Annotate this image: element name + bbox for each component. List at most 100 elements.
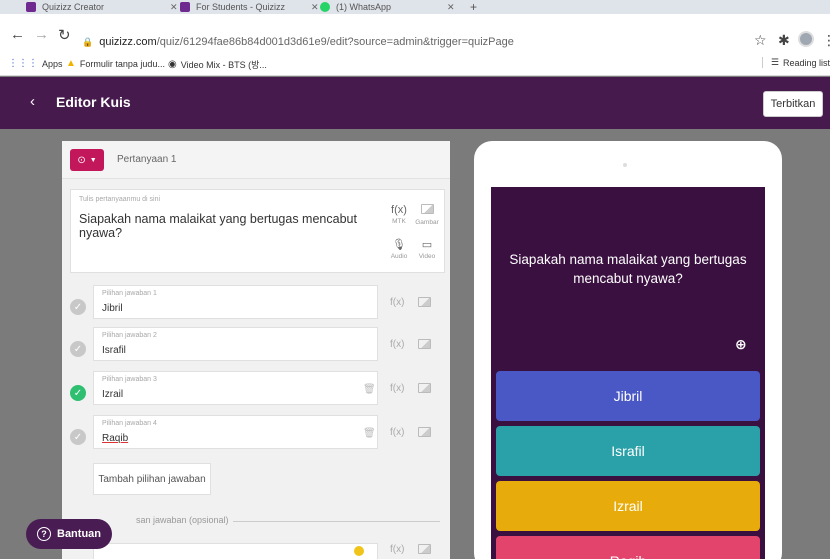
math-icon[interactable]: f(x) (390, 544, 404, 555)
answer-value: Raqib (102, 433, 129, 444)
answer-input[interactable]: Pilihan jawaban 4 Raqib 🗑︎ (93, 415, 378, 449)
back-arrow-icon[interactable]: ← (10, 26, 25, 43)
browser-tab-quizizz-creator[interactable]: Quizizz Creator ✕ (26, 0, 178, 14)
close-tab-icon[interactable]: ✕ (170, 2, 178, 13)
lightbulb-icon (354, 546, 364, 556)
preview-screen: Siapakah nama malaikat yang bertugas men… (491, 187, 765, 559)
answer-label: Pilihan jawaban 3 (102, 376, 157, 383)
image-icon[interactable] (418, 297, 431, 310)
whatsapp-favicon-icon (320, 2, 330, 12)
question-input[interactable]: Tulis pertanyaanmu di sini Siapakah nama… (70, 189, 445, 273)
bookmarks-bar: ⋮⋮⋮ Apps ▲ Formulir tanpa judu... ◉ Vide… (0, 54, 830, 76)
address-bar[interactable]: 🔒 quizizz.com/quiz/61294fae86b84d001d3d6… (82, 32, 762, 52)
help-label: Bantuan (57, 528, 101, 540)
zoom-in-icon[interactable]: ⊕ (735, 336, 753, 354)
new-tab-icon[interactable]: + (470, 0, 477, 14)
answer-input[interactable]: Pilihan jawaban 3 Izrail 🗑︎ (93, 371, 378, 405)
answer-value: Jibril (102, 303, 123, 314)
image-icon[interactable] (418, 383, 431, 396)
quizizz-favicon-icon (180, 2, 190, 12)
answer-label: Pilihan jawaban 1 (102, 290, 157, 297)
publish-button[interactable]: Terbitkan (763, 91, 823, 117)
camera-dot (623, 163, 627, 167)
answer-input[interactable]: Pilihan jawaban 1 Jibril (93, 285, 378, 319)
mark-correct-check-icon[interactable]: ✓ (70, 341, 86, 357)
correct-check-icon[interactable]: ✓ (70, 385, 86, 401)
video-camera-icon: ▭ (421, 239, 433, 251)
audio-tool-button[interactable]: 🎙︎ Audio (385, 238, 413, 260)
bookmark-label: Formulir tanpa judu... (79, 58, 165, 69)
image-icon[interactable] (418, 339, 431, 352)
math-tool-button[interactable]: f(x) MTK (385, 204, 413, 225)
bookmark-video-mix[interactable]: ◉ Video Mix - BTS (방... (168, 58, 267, 71)
math-icon[interactable]: f(x) (390, 427, 404, 438)
preview-option-2: Israfil (496, 426, 760, 476)
chevron-down-icon: ▼ (89, 156, 97, 164)
tab-label: Quizizz Creator (42, 2, 105, 12)
forward-arrow-icon[interactable]: → (34, 26, 49, 43)
profile-avatar[interactable] (798, 31, 814, 47)
image-tool-button[interactable]: Gambar (413, 204, 441, 226)
lock-icon: 🔒 (82, 36, 94, 47)
tab-label: For Students - Quizizz (196, 2, 286, 12)
trash-icon[interactable]: 🗑︎ (363, 384, 376, 395)
answer-option-1: ✓ Pilihan jawaban 1 Jibril f(x) (70, 285, 445, 325)
math-icon[interactable]: f(x) (390, 383, 404, 394)
editor-header: ‹ Editor Kuis Terbitkan (0, 77, 830, 129)
preview-option-1: Jibril (496, 371, 760, 421)
browser-tab-strip: Quizizz Creator ✕ For Students - Quizizz… (0, 0, 830, 14)
help-button[interactable]: ? Bantuan (26, 519, 112, 549)
page-title: Editor Kuis (56, 94, 131, 110)
reading-list-label: Reading list (782, 57, 830, 68)
image-icon[interactable] (418, 427, 431, 440)
answer-option-2: ✓ Pilihan jawaban 2 Israfil f(x) (70, 327, 445, 367)
close-tab-icon[interactable]: ✕ (447, 2, 455, 13)
extensions-icon[interactable]: ✱ (778, 32, 790, 49)
quizizz-favicon-icon (26, 2, 36, 12)
explanation-input[interactable] (93, 543, 378, 559)
question-mark-icon: ? (37, 527, 51, 541)
image-icon[interactable] (418, 544, 431, 557)
star-icon[interactable]: ☆ (754, 32, 767, 49)
menu-dots-icon[interactable]: ⋮ (822, 32, 830, 49)
close-tab-icon[interactable]: ✕ (311, 2, 319, 13)
math-tool-label: MTK (392, 218, 406, 225)
browser-tab-whatsapp[interactable]: (1) WhatsApp ✕ (320, 0, 455, 14)
url-path: /quiz/61294fae86b84d001d3d61e9/edit?sour… (156, 36, 514, 48)
video-tool-label: Video (418, 253, 436, 260)
chevron-left-icon[interactable]: ‹ (30, 93, 35, 110)
browser-tab-for-students[interactable]: For Students - Quizizz ✕ (180, 0, 319, 14)
question-editor-panel: ⊙ ▼ Pertanyaan 1 Tulis pertanyaanmu di s… (62, 141, 450, 559)
math-icon[interactable]: f(x) (390, 297, 404, 308)
answer-value: Israfil (102, 345, 126, 356)
video-tool-button[interactable]: ▭ Video (413, 238, 441, 260)
bookmark-apps[interactable]: ⋮⋮⋮ Apps (8, 58, 63, 69)
math-icon: f(x) (391, 204, 407, 216)
microphone-icon: 🎙︎ (392, 239, 406, 251)
bookmark-formulir[interactable]: ▲ Formulir tanpa judu... (66, 58, 165, 69)
image-icon (420, 204, 434, 214)
answer-label: Pilihan jawaban 4 (102, 420, 157, 427)
trash-icon[interactable]: 🗑︎ (363, 428, 376, 439)
google-drive-icon: ▲ (66, 58, 76, 69)
bookmark-label: Video Mix - BTS (방... (180, 60, 267, 70)
add-answer-button[interactable]: Tambah pilihan jawaban (93, 463, 211, 495)
preview-option-3: Izrail (496, 481, 760, 531)
answer-option-3: ✓ Pilihan jawaban 3 Izrail 🗑︎ f(x) (70, 371, 445, 411)
globe-icon: ◉ (168, 59, 177, 70)
math-icon[interactable]: f(x) (390, 339, 404, 350)
question-placeholder: Tulis pertanyaanmu di sini (79, 196, 161, 203)
mark-correct-check-icon[interactable]: ✓ (70, 299, 86, 315)
mark-correct-check-icon[interactable]: ✓ (70, 429, 86, 445)
browser-toolbar: ← → ↻ 🔒 quizizz.com/quiz/61294fae86b84d0… (0, 14, 830, 54)
audio-tool-label: Audio (390, 253, 408, 260)
question-type-dropdown[interactable]: ⊙ ▼ (70, 149, 104, 171)
answer-label: Pilihan jawaban 2 (102, 332, 157, 339)
preview-option-4: Raqib (496, 536, 760, 559)
question-number-label: Pertanyaan 1 (117, 154, 177, 165)
image-tool-label: Gambar (415, 219, 439, 226)
reload-icon[interactable]: ↻ (58, 26, 71, 44)
reading-list-button[interactable]: ☰ Reading list (761, 57, 830, 68)
device-preview: Siapakah nama malaikat yang bertugas men… (474, 141, 782, 559)
answer-input[interactable]: Pilihan jawaban 2 Israfil (93, 327, 378, 361)
